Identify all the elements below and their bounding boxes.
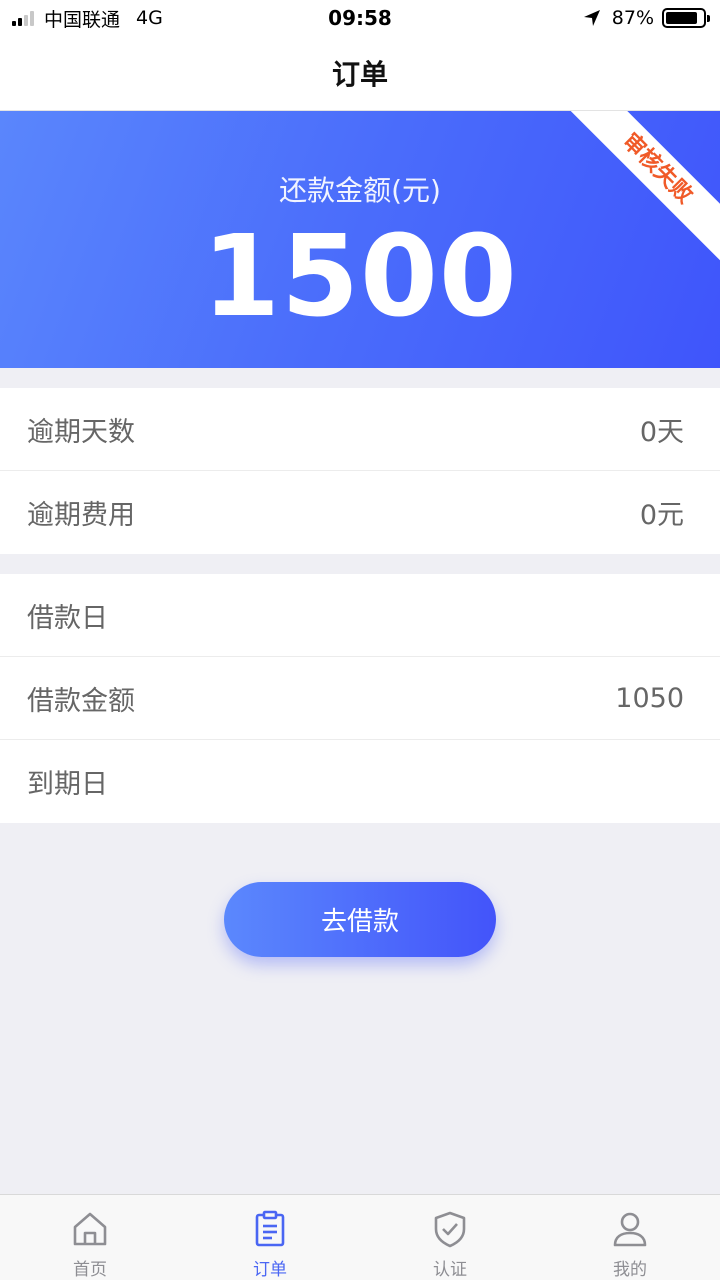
user-icon xyxy=(613,1212,647,1247)
loan-amount-label: 借款金额 xyxy=(27,685,135,717)
battery-percent: 87% xyxy=(611,7,654,29)
battery-icon xyxy=(662,8,710,28)
loan-date-label: 借款日 xyxy=(27,602,108,634)
tab-verify[interactable]: 认证 xyxy=(360,1195,540,1280)
loan-date-row: 借款日 xyxy=(0,574,720,657)
tab-mine-label: 我的 xyxy=(613,1260,647,1280)
tab-bar: 首页 订单 认证 我的 xyxy=(0,1194,720,1280)
location-arrow-icon xyxy=(583,10,600,26)
loan-section: 借款日 借款金额 1050 到期日 xyxy=(0,574,720,823)
overdue-section: 逾期天数 0天 逾期费用 0元 xyxy=(0,388,720,554)
status-bar: 中国联通 4G 09:58 87% xyxy=(0,0,720,36)
tab-home-label: 首页 xyxy=(73,1260,107,1280)
tab-mine[interactable]: 我的 xyxy=(540,1195,720,1280)
nav-bar: 订单 xyxy=(0,36,720,111)
overdue-days-label: 逾期天数 xyxy=(27,416,135,448)
tab-home[interactable]: 首页 xyxy=(0,1195,180,1280)
tab-order-label: 订单 xyxy=(253,1260,287,1280)
overdue-days-row: 逾期天数 0天 xyxy=(0,388,720,471)
battery-level xyxy=(666,12,698,24)
borrow-button[interactable]: 去借款 xyxy=(224,882,496,957)
tab-order[interactable]: 订单 xyxy=(180,1195,360,1280)
repayment-banner: 还款金额(元) 1500 审核失败 xyxy=(0,111,720,368)
shield-check-icon xyxy=(434,1211,466,1248)
overdue-fee-value: 0元 xyxy=(639,500,684,531)
home-icon xyxy=(73,1212,107,1246)
order-icon xyxy=(255,1210,285,1247)
loan-amount-row: 借款金额 1050 xyxy=(0,657,720,740)
due-date-row: 到期日 xyxy=(0,740,720,823)
due-date-label: 到期日 xyxy=(27,769,108,800)
overdue-fee-row: 逾期费用 0元 xyxy=(0,471,720,554)
repayment-amount-label: 还款金额(元) xyxy=(279,174,441,207)
page-title: 订单 xyxy=(331,58,388,91)
overdue-fee-label: 逾期费用 xyxy=(27,500,135,531)
tab-verify-label: 认证 xyxy=(433,1260,467,1280)
loan-amount-value: 1050 xyxy=(615,682,684,714)
repayment-amount-value: 1500 xyxy=(202,212,518,342)
status-right: 87% xyxy=(582,6,710,30)
overdue-days-value: 0天 xyxy=(639,416,684,448)
